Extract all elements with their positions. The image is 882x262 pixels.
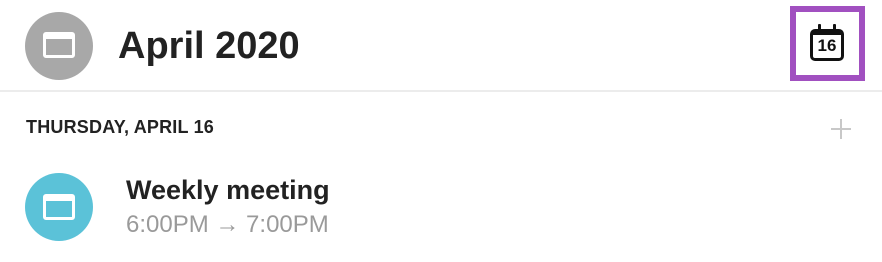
today-day-number: 16 bbox=[817, 36, 837, 55]
calendar-app-icon bbox=[25, 12, 93, 80]
month-title: April 2020 bbox=[118, 25, 300, 67]
calendar-page: April 2020 16 THURSDAY, APRIL 16 Weekly … bbox=[0, 0, 882, 262]
calendar-icon bbox=[43, 194, 75, 220]
calendar-header: April 2020 16 bbox=[0, 0, 882, 92]
add-event-button[interactable] bbox=[828, 116, 854, 142]
day-section-header: THURSDAY, APRIL 16 bbox=[26, 117, 214, 137]
calendar-today-icon: 16 bbox=[810, 24, 844, 61]
event-list-item[interactable]: Weekly meeting 6:00PM → 7:00PM bbox=[0, 160, 882, 256]
event-time-range: 6:00PM → 7:00PM bbox=[126, 211, 329, 238]
event-title: Weekly meeting bbox=[126, 175, 330, 205]
calendar-icon bbox=[43, 32, 75, 58]
event-icon-circle bbox=[25, 173, 93, 241]
today-button[interactable]: 16 bbox=[790, 6, 865, 81]
